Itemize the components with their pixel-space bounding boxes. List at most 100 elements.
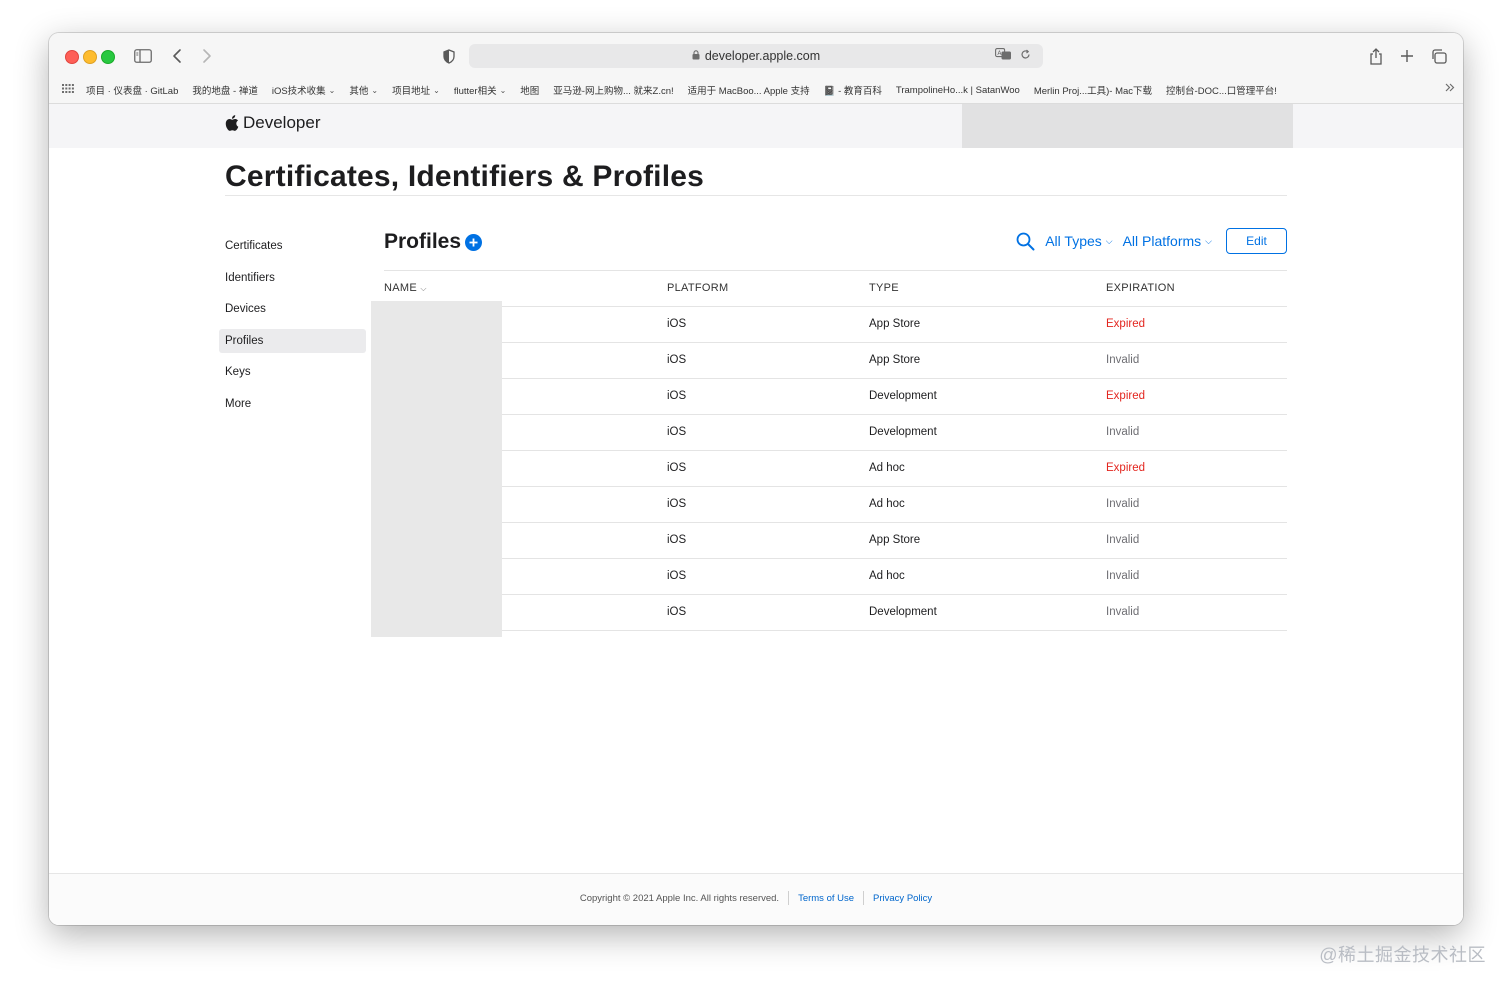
table-row[interactable]: iOS Development Invalid xyxy=(384,595,1287,631)
share-icon[interactable] xyxy=(1365,45,1387,67)
redacted-profile-names xyxy=(371,301,502,637)
table-row[interactable]: iOS Ad hoc Invalid xyxy=(384,559,1287,595)
translate-icon[interactable]: A xyxy=(995,48,1012,63)
row-platform: iOS xyxy=(667,534,687,546)
forward-icon[interactable] xyxy=(196,45,218,67)
row-type: App Store xyxy=(869,318,921,330)
bookmark-item[interactable]: Merlin Proj...工具)- Mac下载 xyxy=(1034,83,1152,97)
bookmark-item[interactable]: 地图 xyxy=(520,83,539,97)
row-platform: iOS xyxy=(667,390,687,402)
chevron-down-icon: ⌄ xyxy=(328,85,336,95)
row-expiration: Expired xyxy=(1106,462,1145,474)
sidebar-nav: Certificates Identifiers Devices Profile… xyxy=(219,234,366,423)
sidebar-item-keys[interactable]: Keys xyxy=(219,360,366,384)
row-type: App Store xyxy=(869,534,921,546)
row-platform: iOS xyxy=(667,462,687,474)
sidebar-item-identifiers[interactable]: Identifiers xyxy=(219,266,366,290)
watermark: @稀土掘金技术社区 xyxy=(1319,945,1486,965)
row-expiration: Invalid xyxy=(1106,354,1140,366)
bookmark-item[interactable]: 适用于 MacBoo... Apple 支持 xyxy=(688,83,810,97)
bookmark-folder[interactable]: iOS技术收集 ⌄ xyxy=(272,83,336,98)
zoom-window-button[interactable] xyxy=(101,50,115,64)
row-platform: iOS xyxy=(667,354,687,366)
developer-home-link[interactable]: Developer xyxy=(225,113,321,133)
logo-text: Developer xyxy=(243,113,321,132)
row-type: Ad hoc xyxy=(869,570,905,582)
row-expiration: Invalid xyxy=(1106,570,1140,582)
row-type: Development xyxy=(869,390,937,402)
row-expiration: Invalid xyxy=(1106,534,1140,546)
row-type: Development xyxy=(869,606,937,618)
table-row[interactable]: iOS App Store Expired xyxy=(384,307,1287,343)
terms-of-use-link[interactable]: Terms of Use xyxy=(798,893,854,904)
search-icon[interactable] xyxy=(1016,232,1035,251)
bookmark-folder[interactable]: 其他 ⌄ xyxy=(349,83,379,98)
reload-icon[interactable] xyxy=(1020,49,1031,63)
table-row[interactable]: iOS Ad hoc Expired xyxy=(384,451,1287,487)
row-expiration: Invalid xyxy=(1106,498,1140,510)
back-icon[interactable] xyxy=(166,45,188,67)
platform-filter-dropdown[interactable]: All Platforms ⌵ xyxy=(1123,233,1212,249)
chevron-down-icon: ⌵ xyxy=(1105,235,1113,246)
bookmark-item[interactable]: 我的地盘 - 禅道 xyxy=(192,83,257,97)
tab-overview-icon[interactable] xyxy=(1428,45,1450,67)
address-bar[interactable]: developer.apple.com A xyxy=(469,44,1043,68)
section-heading: Profiles xyxy=(384,230,462,253)
lock-icon xyxy=(692,49,700,63)
footer-divider xyxy=(863,891,865,905)
row-platform: iOS xyxy=(667,570,687,582)
table-header: NAME ⌵ PLATFORM TYPE EXPIRATION xyxy=(384,270,1287,307)
column-expiration: EXPIRATION xyxy=(1106,282,1175,294)
bookmark-item[interactable]: 控制台-DOC...口管理平台! xyxy=(1166,83,1277,97)
chevron-down-icon: ⌄ xyxy=(371,85,379,95)
apps-grid-icon[interactable] xyxy=(62,84,74,96)
profiles-table: NAME ⌵ PLATFORM TYPE EXPIRATION iOS App … xyxy=(384,270,1287,631)
title-divider xyxy=(225,195,1287,196)
sidebar-toggle-icon[interactable] xyxy=(132,45,154,67)
browser-toolbar: developer.apple.com A xyxy=(49,33,1463,77)
add-profile-button[interactable] xyxy=(465,234,482,251)
sidebar-item-profiles[interactable]: Profiles xyxy=(219,328,366,353)
list-controls: All Types ⌵ All Platforms ⌵ Edit xyxy=(1016,228,1287,254)
sidebar-item-certificates[interactable]: Certificates xyxy=(219,234,366,258)
bookmark-item[interactable]: TrampolineHo...k | SatanWoo xyxy=(896,85,1020,96)
row-expiration: Invalid xyxy=(1106,606,1140,618)
row-expiration: Expired xyxy=(1106,390,1145,402)
privacy-policy-link[interactable]: Privacy Policy xyxy=(873,893,932,904)
bookmarks-overflow-icon[interactable] xyxy=(1445,83,1455,95)
browser-window: developer.apple.com A 项目 · 仪表盘 · GitLab xyxy=(49,33,1463,925)
row-platform: iOS xyxy=(667,606,687,618)
close-window-button[interactable] xyxy=(65,50,79,64)
bookmark-item[interactable]: 项目 · 仪表盘 · GitLab xyxy=(86,83,178,97)
new-tab-icon[interactable] xyxy=(1396,45,1418,67)
row-type: Development xyxy=(869,426,937,438)
table-row[interactable]: iOS App Store Invalid xyxy=(384,523,1287,559)
table-row[interactable]: iOS Development Invalid xyxy=(384,415,1287,451)
edit-button[interactable]: Edit xyxy=(1226,228,1287,254)
bookmark-folder[interactable]: 项目地址 ⌄ xyxy=(392,83,440,98)
column-platform: PLATFORM xyxy=(667,282,729,294)
sidebar-item-more[interactable]: More xyxy=(219,392,366,416)
table-row[interactable]: iOS Ad hoc Invalid xyxy=(384,487,1287,523)
type-filter-dropdown[interactable]: All Types ⌵ xyxy=(1045,233,1112,249)
chevron-down-icon: ⌄ xyxy=(433,85,440,95)
profiles-header: Profiles All Types ⌵ All Platforms ⌵ Edit xyxy=(384,228,1287,260)
bookmark-folder[interactable]: flutter相关 ⌄ xyxy=(454,83,507,98)
table-row[interactable]: iOS Development Expired xyxy=(384,379,1287,415)
minimize-window-button[interactable] xyxy=(83,50,97,64)
bookmark-item[interactable]: 亚马逊-网上购物... 就来Z.cn! xyxy=(553,83,673,97)
redacted-nav-area xyxy=(962,104,1293,148)
column-type: TYPE xyxy=(869,282,899,294)
privacy-shield-icon[interactable] xyxy=(438,45,460,67)
bookmark-item[interactable]: 📓 - 教育百科 xyxy=(824,83,882,97)
footer-divider xyxy=(788,891,790,905)
chevron-down-icon: ⌵ xyxy=(420,284,427,293)
sidebar-item-devices[interactable]: Devices xyxy=(219,297,366,321)
row-expiration: Expired xyxy=(1106,318,1145,330)
chevron-down-icon: ⌄ xyxy=(499,85,507,95)
page-footer: Copyright © 2021 Apple Inc. All rights r… xyxy=(49,873,1463,925)
plus-icon xyxy=(469,238,478,247)
row-type: Ad hoc xyxy=(869,498,905,510)
apple-logo-icon xyxy=(225,115,239,131)
table-row[interactable]: iOS App Store Invalid xyxy=(384,343,1287,379)
